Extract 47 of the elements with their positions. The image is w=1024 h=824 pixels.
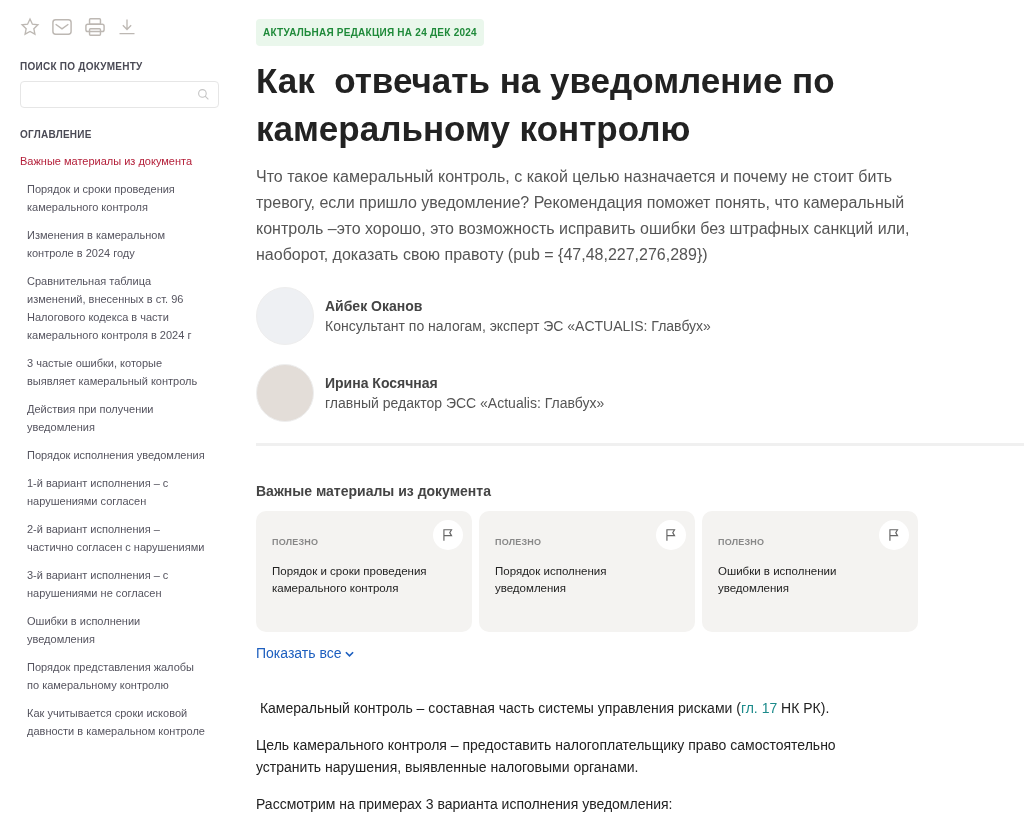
article-title: Как отвечать на уведомление по камеральному контролю <box>256 60 836 150</box>
author-role: Консультант по налогам, эксперт ЭС «ACTUALIS: Главбух» <box>325 317 711 336</box>
print-icon[interactable] <box>84 17 106 37</box>
toc-item[interactable]: Как учитывается сроки исковой давности в камеральном контроле <box>20 704 219 740</box>
author-name: Ирина Косячная <box>325 374 439 393</box>
card-tag: ПОЛЕЗНО <box>495 536 679 550</box>
toc-item[interactable]: Важные материалы из документа <box>20 152 219 170</box>
section-heading: Важные материалы из документа <box>256 482 492 501</box>
toc-item[interactable]: Порядок исполнения уведомления <box>20 446 219 464</box>
search-field[interactable] <box>20 81 219 108</box>
card-text: Порядок исполнения уведомления <box>495 563 608 596</box>
mail-icon[interactable] <box>51 17 73 37</box>
version-badge: АКТУАЛЬНАЯ РЕДАКЦИЯ НА 24 ДЕК 2024 <box>256 19 484 46</box>
article-lead: Что такое камеральный контроль, с какой целью назначается и почему не стоит бить тревогу, если пришло уведомление? Рекомендация поможет понять, что камеральный контроль –это хорошо, это возможность исправить ошибки без штрафных санкций или, наоборот, доказать свою правоту (pub = {47,48,227,276,289}) <box>256 167 911 265</box>
author-name: Айбек Оканов <box>325 297 424 316</box>
toc-item[interactable]: 2-й вариант исполнения – частично согласен с нарушениями <box>20 520 219 556</box>
star-icon[interactable] <box>20 17 40 37</box>
author-role: главный редактор ЭСС «Actualis: Главбух» <box>325 394 605 413</box>
toc-item[interactable]: 3 частые ошибки, которые выявляет камеральный контроль <box>20 354 219 390</box>
download-icon[interactable] <box>117 17 137 37</box>
search-icon[interactable] <box>197 88 210 101</box>
material-card[interactable]: ПОЛЕЗНО Порядок исполнения уведомления <box>479 511 695 632</box>
search-label: ПОИСК ПО ДОКУМЕНТУ <box>20 60 144 74</box>
toc-item[interactable]: 3-й вариант исполнения – с нарушениями не согласен <box>20 566 219 602</box>
toc-heading: ОГЛАВЛЕНИЕ <box>20 128 93 142</box>
chevron-down-icon <box>345 650 355 657</box>
toc-item[interactable]: Действия при получении уведомления <box>20 400 219 436</box>
toc-item[interactable]: Изменения в камеральном контроле в 2024 году <box>20 226 219 262</box>
flag-icon[interactable] <box>433 520 463 550</box>
flag-icon[interactable] <box>656 520 686 550</box>
toc-item[interactable]: 1-й вариант исполнения – с нарушениями согласен <box>20 474 219 510</box>
show-all-link[interactable]: Показать все <box>256 643 355 664</box>
card-text: Порядок и сроки проведения камерального контроля <box>272 563 428 596</box>
chapter-link[interactable]: гл. 17 <box>740 700 778 716</box>
body-paragraph: Рассмотрим на примерах 3 варианта исполнения уведомления: <box>256 795 674 814</box>
material-card[interactable]: ПОЛЕЗНО Порядок и сроки проведения камерального контроля <box>256 511 472 632</box>
body-paragraph: Камеральный контроль – составная часть системы управления рисками (гл. 17 НК РК). <box>258 699 831 718</box>
card-text: Ошибки в исполнении уведомления <box>718 563 838 596</box>
toc-item[interactable]: Ошибки в исполнении уведомления <box>20 612 219 648</box>
card-tag: ПОЛЕЗНО <box>272 536 456 550</box>
toc-item[interactable]: Порядок и сроки проведения камерального контроля <box>20 180 219 216</box>
flag-icon[interactable] <box>879 520 909 550</box>
body-paragraph: Цель камерального контроля – предоставить налогоплательщику право самостоятельно устранить нарушения, выявленные налоговыми органами. <box>256 736 837 777</box>
toc-item[interactable]: Порядок представления жалобы по камеральному контролю <box>20 658 219 694</box>
toc-item[interactable]: Сравнительная таблица изменений, внесенных в ст. 96 Налогового кодекса в части камерального контроля в 2024 г <box>20 272 219 344</box>
material-card[interactable]: ПОЛЕЗНО Ошибки в исполнении уведомления <box>702 511 918 632</box>
card-tag: ПОЛЕЗНО <box>718 536 902 550</box>
